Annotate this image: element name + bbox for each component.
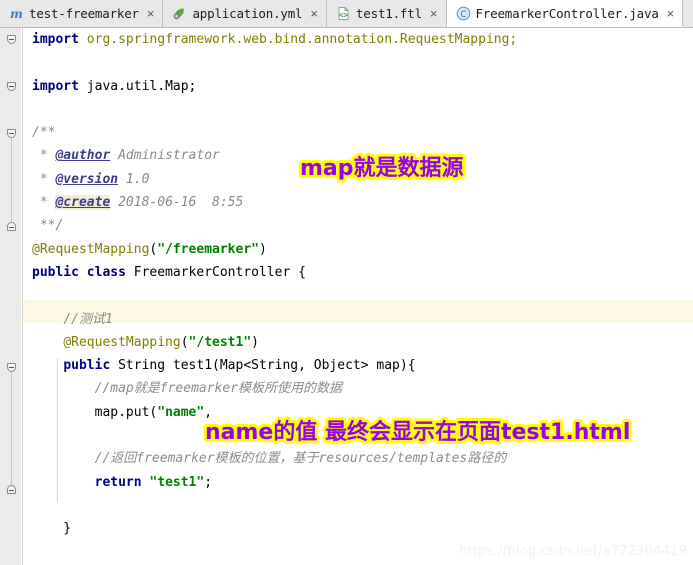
code-token: @version [55, 171, 119, 187]
code-token: @author [55, 148, 111, 164]
code-token: //map就是freemarker模板所使用的数据 [94, 381, 343, 397]
code-token: /** [32, 125, 56, 141]
code-line: @RequestMapping("/test1") [23, 331, 693, 354]
tab-test-freemarker[interactable]: m test-freemarker × [0, 0, 164, 27]
code-token: "/test1" [188, 334, 252, 350]
code-token: Administrator [110, 148, 220, 164]
close-icon[interactable]: × [667, 7, 675, 20]
code-token: * [32, 171, 56, 187]
code-token: 2018-06-16 8:55 [110, 195, 244, 211]
code-line: import java.util.Map; [23, 75, 693, 98]
code-token: { [298, 264, 306, 280]
code-line: return "test1"; [23, 471, 693, 494]
code-line: public class FreemarkerController { [23, 261, 693, 284]
code-token: public class [32, 264, 134, 280]
idea-editor-window: m test-freemarker × application.yml × <>… [0, 0, 693, 565]
editor-gutter[interactable] [0, 28, 22, 565]
tab-label: FreemarkerController.java [475, 5, 659, 21]
code-line: //测试1 [23, 308, 693, 331]
code-token: @RequestMapping [63, 334, 181, 350]
code-line: //map就是freemarker模板所使用的数据 [23, 377, 693, 400]
code-line: @RequestMapping("/freemarker") [23, 238, 693, 261]
code-line: **/ [23, 214, 693, 237]
code-token: ) [258, 241, 267, 257]
code-token: * [32, 195, 56, 211]
annotation-name-value: name的值 最终会显示在页面test1.html [203, 414, 632, 447]
fold-marker-import-1[interactable] [7, 35, 16, 44]
code-token: 1.0 [118, 171, 150, 187]
fold-marker-method-close[interactable] [7, 485, 16, 494]
code-line: } [23, 517, 693, 540]
editor-tab-bar: m test-freemarker × application.yml × <>… [0, 0, 693, 28]
code-token: "/freemarker" [157, 241, 259, 257]
code-token: ) [251, 334, 259, 350]
code-token: org.springframework.web.bind.annotation.… [86, 32, 518, 47]
code-token: } [32, 521, 72, 537]
close-icon[interactable]: × [147, 7, 155, 20]
code-token: java.util.Map; [86, 78, 197, 94]
close-icon[interactable]: × [310, 7, 318, 20]
code-line: //返回freemarker模板的位置，基于resources/template… [23, 447, 693, 470]
code-token: FreemarkerController [133, 264, 299, 280]
code-token: ( [180, 334, 189, 350]
java-class-icon: C [456, 6, 471, 21]
tab-label: test1.ftl [355, 6, 422, 21]
annotation-map-datasource: map就是数据源 [298, 150, 466, 183]
code-token: import [32, 32, 87, 47]
code-line: * @create 2018-06-16 8:55 [23, 191, 693, 214]
fold-marker-method-open[interactable] [7, 363, 16, 372]
code-token: //返回freemarker模板的位置，基于resources/template… [94, 451, 507, 467]
tab-application-yml[interactable]: application.yml × [163, 0, 327, 27]
code-token: return [94, 474, 150, 490]
fold-range-line [11, 138, 12, 223]
code-line: /** [23, 121, 693, 144]
tab-label: application.yml [192, 6, 303, 21]
code-token: import [32, 78, 87, 94]
code-text[interactable]: import org.springframework.web.bind.anno… [23, 28, 693, 565]
code-editor[interactable]: import org.springframework.web.bind.anno… [0, 28, 693, 565]
code-token: ; [204, 474, 213, 490]
code-token: String test1(Map<String, Object> map){ [118, 358, 416, 374]
svg-text:<>: <> [339, 11, 349, 20]
code-line: import org.springframework.web.bind.anno… [23, 28, 693, 51]
ftl-file-icon: <> [336, 6, 351, 21]
tab-test1-ftl[interactable]: <> test1.ftl × [326, 0, 447, 27]
close-icon[interactable]: × [430, 7, 438, 20]
code-token: //测试1 [63, 311, 113, 327]
code-token: "name" [157, 404, 205, 420]
annotation-text: name的值 最终会显示在页面test1.html [203, 418, 632, 447]
code-token: @create [55, 195, 111, 211]
annotation-text: map就是数据源 [298, 154, 466, 183]
code-token: @RequestMapping [32, 241, 150, 257]
code-token: public [63, 358, 119, 374]
code-token: **/ [32, 218, 64, 234]
svg-text:C: C [460, 10, 466, 20]
fold-range-line [11, 372, 12, 486]
svg-text:m: m [10, 7, 23, 21]
fold-marker-javadoc-close[interactable] [7, 222, 16, 231]
watermark: https://blog.csdn.net/a772304419 [459, 544, 687, 559]
tab-label: test-freemarker [29, 6, 139, 21]
fold-marker-import-2[interactable] [7, 82, 16, 91]
fold-marker-javadoc-open[interactable] [7, 129, 16, 138]
code-line: public String test1(Map<String, Object> … [23, 354, 693, 377]
code-token: map.put( [94, 404, 158, 420]
code-token: "test1" [149, 474, 205, 490]
code-token: * [32, 148, 56, 164]
spring-leaf-icon [172, 6, 187, 21]
tab-freemarker-controller-java[interactable]: C FreemarkerController.java × [446, 0, 684, 27]
maven-module-icon: m [9, 6, 24, 21]
